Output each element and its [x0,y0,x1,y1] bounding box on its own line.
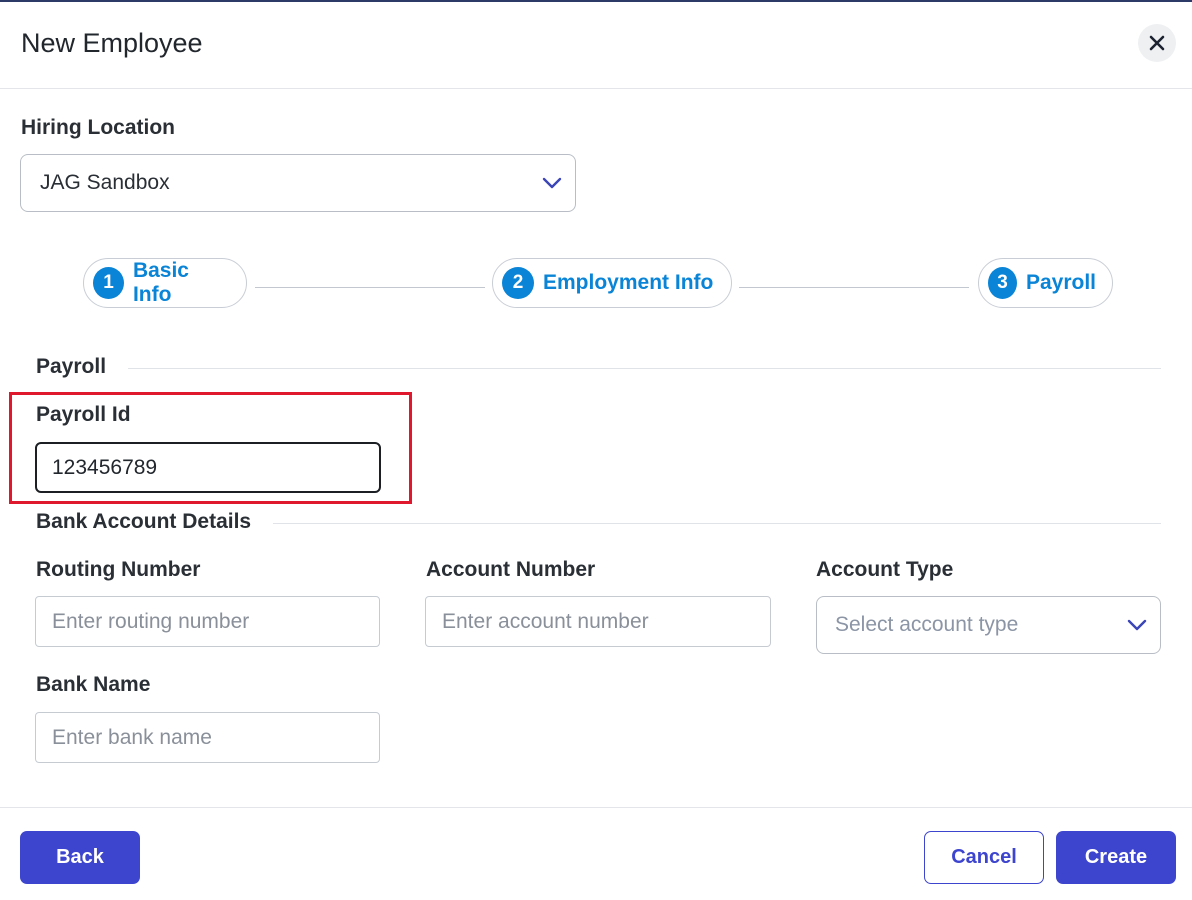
account-type-select[interactable]: Select account type [816,596,1161,654]
step-basic-info[interactable]: 1 Basic Info [83,258,247,308]
hiring-location-select[interactable]: JAG Sandbox [20,154,576,212]
dialog-title: New Employee [21,28,203,58]
step-label: Basic Info [132,259,189,306]
routing-number-input[interactable] [35,596,380,647]
create-button[interactable]: Create [1056,831,1176,884]
close-icon [1149,35,1165,51]
cancel-button[interactable]: Cancel [924,831,1044,884]
account-number-label: Account Number [426,558,596,581]
footer-divider [0,807,1192,808]
dialog-header: New Employee [0,2,1192,89]
close-button[interactable] [1138,24,1176,62]
step-employment-info[interactable]: 2 Employment Info [492,258,732,308]
highlight-box [9,392,412,504]
bank-name-label: Bank Name [36,673,151,696]
payroll-section-title: Payroll [36,355,129,379]
account-type-label: Account Type [816,558,954,581]
section-divider [36,368,1161,369]
step-payroll[interactable]: 3 Payroll [978,258,1113,308]
bank-section-title: Bank Account Details [36,510,274,534]
step-number: 3 [988,267,1017,299]
back-button[interactable]: Back [20,831,140,884]
step-label: Employment Info [543,271,714,294]
hiring-location-label: Hiring Location [21,116,175,139]
step-number: 2 [502,267,534,299]
chevron-down-icon [542,177,562,189]
hiring-location-value: JAG Sandbox [40,171,170,194]
step-connector [739,287,969,288]
step-connector [255,287,485,288]
account-type-placeholder: Select account type [835,613,1019,636]
bank-name-input[interactable] [35,712,380,763]
account-number-input[interactable] [425,596,771,647]
step-label: Payroll [1025,271,1096,294]
step-number: 1 [93,267,124,299]
routing-number-label: Routing Number [36,558,201,581]
chevron-down-icon [1127,619,1147,631]
